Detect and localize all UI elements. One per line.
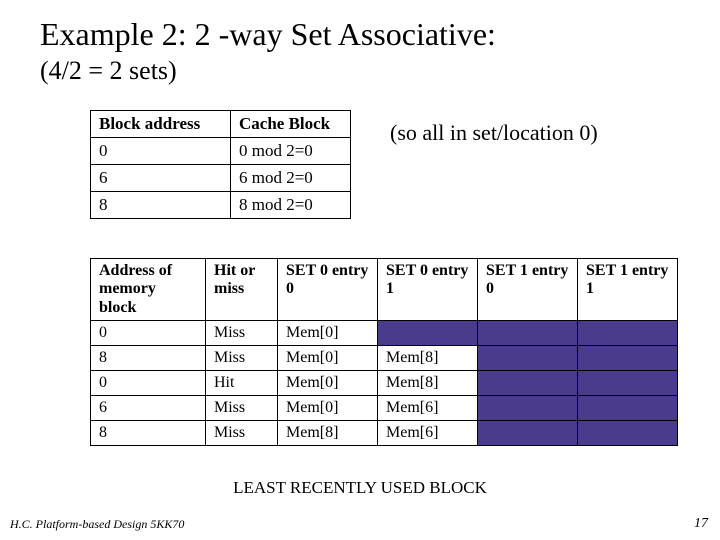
table-row: 8 Miss Mem[0] Mem[8] xyxy=(91,346,678,371)
trace-cell xyxy=(478,421,578,446)
trace-header-2: SET 0 entry 0 xyxy=(278,259,378,321)
map-header-1: Cache Block xyxy=(231,111,351,138)
mapping-table: Block address Cache Block 0 0 mod 2=0 6 … xyxy=(90,110,351,219)
table-row: 8 8 mod 2=0 xyxy=(91,192,351,219)
trace-cell xyxy=(478,396,578,421)
trace-header-3: SET 0 entry 1 xyxy=(378,259,478,321)
trace-cell: 0 xyxy=(91,371,206,396)
trace-cell: Mem[0] xyxy=(278,396,378,421)
table-row: 6 6 mod 2=0 xyxy=(91,165,351,192)
trace-cell: 8 xyxy=(91,346,206,371)
table-row: 8 Miss Mem[8] Mem[6] xyxy=(91,421,678,446)
trace-cell xyxy=(478,321,578,346)
page-number: 17 xyxy=(694,516,708,532)
trace-cell: Miss xyxy=(206,346,278,371)
map-header-0: Block address xyxy=(91,111,231,138)
trace-header-0: Address of memory block xyxy=(91,259,206,321)
trace-cell: Mem[8] xyxy=(278,421,378,446)
trace-header-1: Hit or miss xyxy=(206,259,278,321)
table-row: 0 Hit Mem[0] Mem[8] xyxy=(91,371,678,396)
trace-cell: Miss xyxy=(206,421,278,446)
trace-cell: Hit xyxy=(206,371,278,396)
trace-header-5: SET 1 entry 1 xyxy=(578,259,678,321)
map-cell: 0 xyxy=(91,138,231,165)
trace-cell: 6 xyxy=(91,396,206,421)
trace-cell: Mem[6] xyxy=(378,396,478,421)
trace-cell: Mem[8] xyxy=(378,346,478,371)
map-cell: 8 xyxy=(91,192,231,219)
trace-cell xyxy=(478,346,578,371)
trace-cell xyxy=(578,421,678,446)
trace-cell xyxy=(578,321,678,346)
trace-cell: Miss xyxy=(206,321,278,346)
trace-cell: 8 xyxy=(91,421,206,446)
trace-cell xyxy=(478,371,578,396)
lru-caption: LEAST RECENTLY USED BLOCK xyxy=(0,478,720,498)
side-note: (so all in set/location 0) xyxy=(390,120,598,146)
trace-cell xyxy=(578,396,678,421)
table-row: 0 Miss Mem[0] xyxy=(91,321,678,346)
trace-cell: Mem[0] xyxy=(278,321,378,346)
trace-cell xyxy=(578,346,678,371)
trace-cell: Miss xyxy=(206,396,278,421)
map-cell: 8 mod 2=0 xyxy=(231,192,351,219)
trace-cell: Mem[8] xyxy=(378,371,478,396)
trace-cell: Mem[0] xyxy=(278,346,378,371)
trace-cell xyxy=(578,371,678,396)
slide-title: Example 2: 2 -way Set Associative: xyxy=(40,16,496,53)
trace-cell xyxy=(378,321,478,346)
trace-header-4: SET 1 entry 0 xyxy=(478,259,578,321)
trace-cell: 0 xyxy=(91,321,206,346)
trace-cell: Mem[6] xyxy=(378,421,478,446)
map-cell: 0 mod 2=0 xyxy=(231,138,351,165)
table-row: 6 Miss Mem[0] Mem[6] xyxy=(91,396,678,421)
slide-subtitle: (4/2 = 2 sets) xyxy=(40,56,177,86)
map-cell: 6 mod 2=0 xyxy=(231,165,351,192)
footer-left: H.C. Platform-based Design 5KK70 xyxy=(10,517,184,532)
trace-table: Address of memory block Hit or miss SET … xyxy=(90,258,678,446)
map-cell: 6 xyxy=(91,165,231,192)
trace-cell: Mem[0] xyxy=(278,371,378,396)
table-row: 0 0 mod 2=0 xyxy=(91,138,351,165)
